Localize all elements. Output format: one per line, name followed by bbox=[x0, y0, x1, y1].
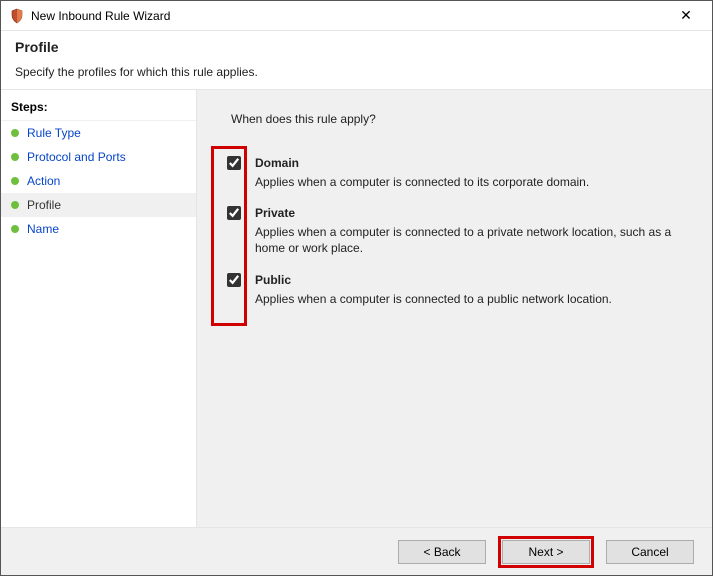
cancel-button[interactable]: Cancel bbox=[606, 540, 694, 564]
steps-heading: Steps: bbox=[1, 96, 196, 121]
step-label: Profile bbox=[27, 198, 61, 212]
profile-option-domain: Domain Applies when a computer is connect… bbox=[227, 156, 694, 190]
step-bullet-icon bbox=[11, 153, 19, 161]
option-row: Private bbox=[227, 206, 694, 220]
footer-buttons: < Back Next > Cancel bbox=[1, 527, 712, 575]
shield-icon bbox=[9, 8, 25, 24]
checkbox-domain[interactable] bbox=[227, 156, 241, 170]
option-row: Public bbox=[227, 273, 694, 287]
option-label: Domain bbox=[255, 156, 299, 170]
question-text: When does this rule apply? bbox=[231, 112, 694, 126]
step-bullet-icon bbox=[11, 177, 19, 185]
cancel-button-wrap: Cancel bbox=[606, 540, 694, 564]
option-label: Private bbox=[255, 206, 295, 220]
sidebar-step-rule-type[interactable]: Rule Type bbox=[1, 121, 196, 145]
steps-sidebar: Steps: Rule Type Protocol and Ports Action… bbox=[1, 90, 197, 567]
step-label: Action bbox=[27, 174, 60, 188]
sidebar-step-action[interactable]: Action bbox=[1, 169, 196, 193]
checkbox-private[interactable] bbox=[227, 206, 241, 220]
close-icon: ✕ bbox=[680, 7, 692, 24]
step-bullet-icon bbox=[11, 129, 19, 137]
wizard-window: New Inbound Rule Wizard ✕ Profile Specif… bbox=[0, 0, 713, 576]
option-description: Applies when a computer is connected to … bbox=[255, 291, 685, 307]
option-description: Applies when a computer is connected to … bbox=[255, 174, 685, 190]
option-label: Public bbox=[255, 273, 291, 287]
close-button[interactable]: ✕ bbox=[666, 2, 706, 30]
content-pane: When does this rule apply? Domain Applies… bbox=[197, 90, 712, 567]
steps-list: Rule Type Protocol and Ports Action Profile… bbox=[1, 121, 196, 241]
title-bar: New Inbound Rule Wizard ✕ bbox=[1, 1, 712, 31]
window-title: New Inbound Rule Wizard bbox=[31, 9, 666, 23]
back-button[interactable]: < Back bbox=[398, 540, 486, 564]
step-label: Name bbox=[27, 222, 59, 236]
step-label: Rule Type bbox=[27, 126, 81, 140]
page-header: Profile Specify the profiles for which t… bbox=[1, 31, 712, 89]
next-button[interactable]: Next > bbox=[502, 540, 590, 564]
option-description: Applies when a computer is connected to … bbox=[255, 224, 685, 256]
option-row: Domain bbox=[227, 156, 694, 170]
step-bullet-icon bbox=[11, 225, 19, 233]
page-subtitle: Specify the profiles for which this rule… bbox=[15, 65, 698, 79]
page-title: Profile bbox=[15, 39, 698, 55]
step-bullet-icon bbox=[11, 201, 19, 209]
sidebar-step-protocol-and-ports[interactable]: Protocol and Ports bbox=[1, 145, 196, 169]
step-label: Protocol and Ports bbox=[27, 150, 126, 164]
sidebar-step-name[interactable]: Name bbox=[1, 217, 196, 241]
profile-option-private: Private Applies when a computer is connec… bbox=[227, 206, 694, 256]
sidebar-step-profile[interactable]: Profile bbox=[1, 193, 196, 217]
body: Steps: Rule Type Protocol and Ports Action… bbox=[1, 89, 712, 567]
checkbox-public[interactable] bbox=[227, 273, 241, 287]
profile-option-public: Public Applies when a computer is connect… bbox=[227, 273, 694, 307]
next-button-wrap: Next > bbox=[498, 536, 594, 568]
back-button-wrap: < Back bbox=[398, 540, 486, 564]
profile-options: Domain Applies when a computer is connect… bbox=[227, 156, 694, 307]
